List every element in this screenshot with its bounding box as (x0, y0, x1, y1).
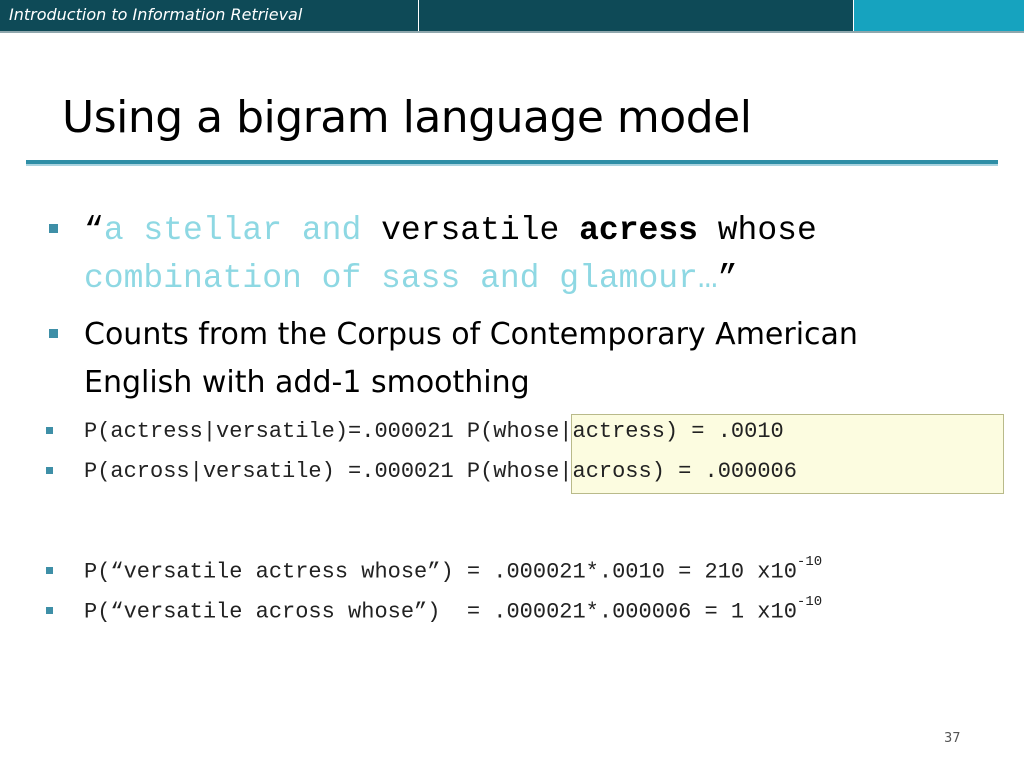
quote-line-1: “a stellar and versatile acress whose (84, 212, 817, 249)
open-quote: “ (84, 212, 104, 249)
prob-actress-versatile: P(actress|versatile)=.000021 (84, 419, 454, 444)
bullet-icon (46, 427, 53, 434)
prob-whose-actress: P(whose|actress) = .0010 (466, 419, 784, 444)
exponent: -10 (796, 594, 823, 610)
prob-line-2: P(across|versatile) =.000021 P(whose|acr… (84, 459, 797, 484)
header-underline (0, 31, 1024, 33)
quote-context-left: a stellar and (103, 212, 362, 249)
slide-title: Using a bigram language model (62, 92, 752, 143)
prob-versatile-actress-whose: P(“versatile actress whose”) = .000021*.… (84, 559, 797, 585)
counts-line-1: Counts from the Corpus of Contemporary A… (84, 317, 858, 352)
prob-across-versatile: P(across|versatile) =.000021 (84, 459, 454, 484)
page-number: 37 (944, 731, 961, 746)
header-segment-middle (419, 0, 853, 31)
header-segment-accent (854, 0, 1024, 31)
bullet-icon (49, 224, 58, 233)
prob-line-1: P(actress|versatile)=.000021 P(whose|act… (84, 419, 784, 444)
quote-word-versatile: versatile (361, 212, 580, 249)
prob-whose-across: P(whose|across) = .000006 (466, 459, 797, 484)
bullet-icon (49, 329, 58, 338)
bullet-icon (46, 467, 53, 474)
quote-context-right: combination of sass and glamour… (84, 260, 718, 297)
course-title: Introduction to Information Retrieval (9, 5, 303, 24)
header-bar: Introduction to Information Retrieval (0, 0, 1024, 33)
counts-line-2: English with add-1 smoothing (84, 365, 530, 400)
bullet-icon (46, 567, 53, 574)
prob-versatile-across-whose: P(“versatile across whose”) = .000021*.0… (84, 599, 797, 625)
quote-misspelled-word: acress (579, 212, 698, 249)
bullet-icon (46, 607, 53, 614)
title-rule-light (26, 164, 998, 166)
prob-line-3: P(“versatile actress whose”) = .000021*.… (84, 554, 822, 585)
quote-word-whose: whose (697, 212, 817, 249)
quote-line-2: combination of sass and glamour…” (84, 260, 738, 297)
exponent: -10 (796, 554, 823, 570)
prob-line-4: P(“versatile across whose”) = .000021*.0… (84, 594, 822, 625)
close-quote: ” (717, 260, 738, 297)
